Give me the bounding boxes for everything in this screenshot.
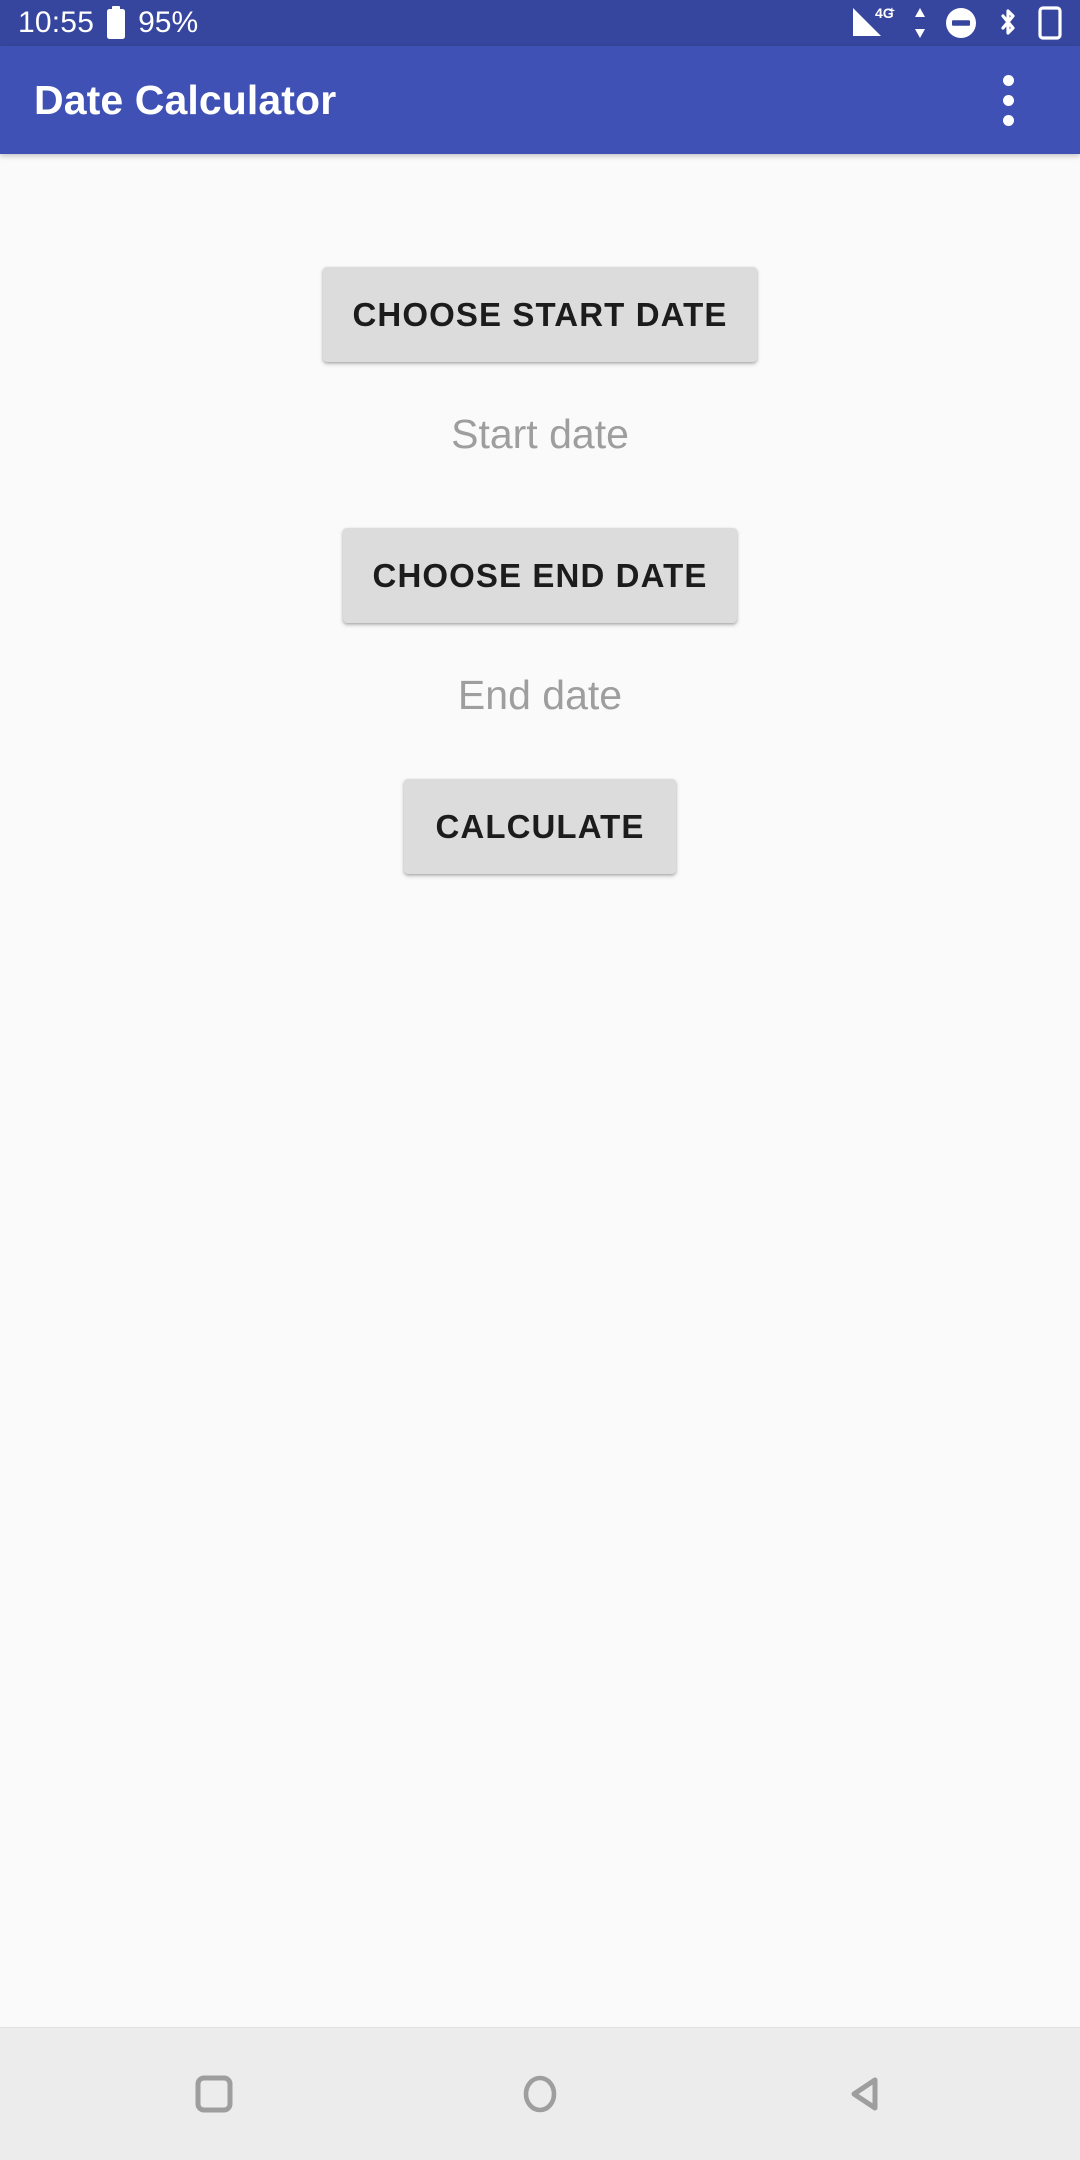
status-clock: 10:55: [18, 6, 95, 39]
svg-text:+: +: [889, 6, 895, 17]
overflow-dot: [1002, 74, 1014, 86]
signal-icon: 4G +: [850, 5, 896, 41]
main-content: CHOOSE START DATE Start date CHOOSE END …: [0, 154, 1080, 2027]
triangle-back-icon: [843, 2071, 889, 2117]
navigation-bar: [0, 2027, 1080, 2160]
battery-icon: [105, 6, 127, 40]
end-date-value: End date: [457, 672, 623, 718]
device-icon: [1038, 6, 1062, 40]
phone-screen: 10:55 95% 4G + Date Calculator CHOOSE ST…: [0, 0, 1080, 2160]
start-date-value: Start date: [451, 411, 629, 457]
circle-icon: [517, 2071, 563, 2117]
calculate-button[interactable]: CALCULATE: [404, 779, 676, 874]
status-bar-left: 10:55 95%: [18, 6, 198, 40]
app-bar: Date Calculator: [0, 46, 1080, 154]
status-bar-right: 4G +: [850, 5, 1062, 41]
overflow-menu-icon[interactable]: [970, 62, 1046, 138]
home-button[interactable]: [492, 2046, 588, 2142]
status-bar: 10:55 95% 4G +: [0, 0, 1080, 46]
do-not-disturb-icon: [944, 6, 978, 40]
overflow-dot: [1002, 94, 1014, 106]
choose-start-date-button[interactable]: CHOOSE START DATE: [322, 267, 758, 362]
recents-button[interactable]: [166, 2046, 262, 2142]
back-button[interactable]: [818, 2046, 914, 2142]
battery-percent: 95%: [138, 6, 199, 39]
data-transfer-icon: [913, 6, 927, 40]
page-title: Date Calculator: [34, 76, 337, 123]
choose-end-date-button[interactable]: CHOOSE END DATE: [342, 528, 738, 623]
square-icon: [191, 2071, 237, 2117]
bluetooth-icon: [995, 5, 1021, 41]
overflow-dot: [1002, 114, 1014, 126]
